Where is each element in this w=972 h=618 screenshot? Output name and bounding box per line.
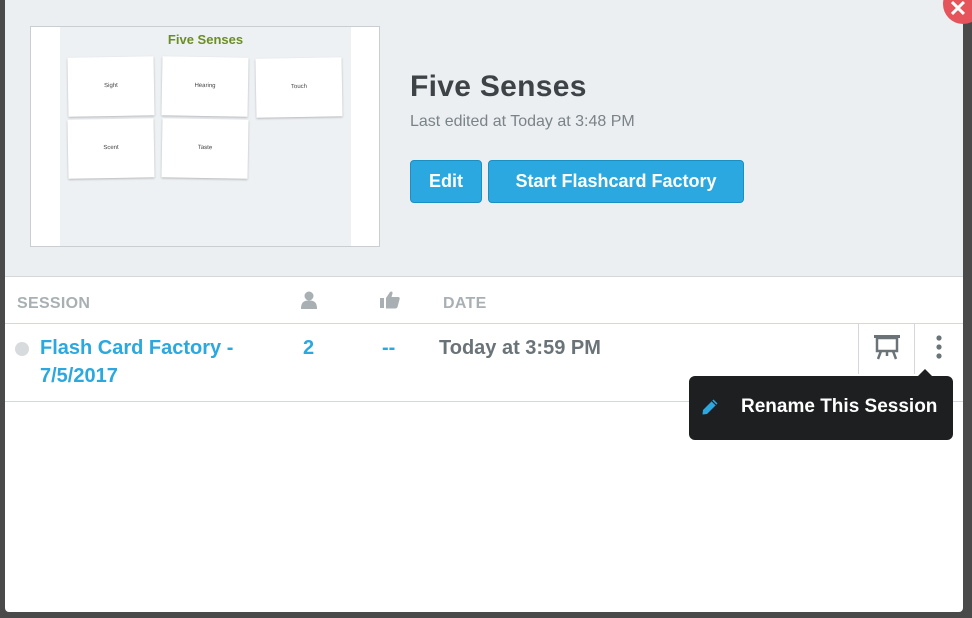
modal-header: Five Senses Sight Hearing Touch Scent Ta…	[5, 0, 963, 277]
tooltip-arrow	[917, 369, 933, 377]
participants-count: 2	[303, 337, 315, 359]
board-thumbnail[interactable]: Five Senses Sight Hearing Touch Scent Ta…	[30, 26, 380, 247]
session-date: Today at 3:59 PM	[439, 337, 601, 359]
likes-count: --	[382, 337, 396, 359]
sessions-table-header: SESSION DATE	[5, 277, 963, 324]
presentation-icon	[873, 334, 901, 365]
thumbnail-card: Taste	[161, 118, 249, 179]
edit-button[interactable]: Edit	[410, 160, 482, 203]
session-modal: Five Senses Sight Hearing Touch Scent Ta…	[5, 0, 963, 612]
session-name-link[interactable]: Flash Card Factory - 7/5/2017	[40, 334, 250, 390]
status-dot	[15, 342, 29, 356]
thumbnail-card: Hearing	[161, 56, 249, 117]
thumbnail-card: Sight	[67, 56, 155, 117]
rename-session-menu[interactable]: Rename This Session	[689, 369, 953, 440]
board-title: Five Senses	[410, 70, 587, 103]
person-icon	[301, 291, 317, 314]
kebab-menu-icon	[935, 334, 942, 364]
start-flashcard-factory-button[interactable]: Start Flashcard Factory	[488, 160, 744, 203]
last-edited-text: Last edited at Today at 3:48 PM	[410, 113, 635, 130]
present-button[interactable]	[858, 324, 915, 374]
thumbnail-card: Scent	[67, 118, 155, 179]
thumbnail-title: Five Senses	[167, 32, 244, 47]
pencil-icon	[701, 398, 719, 421]
date-column-header: DATE	[443, 295, 487, 312]
session-column-header: SESSION	[17, 295, 91, 312]
thumbnail-board: Five Senses Sight Hearing Touch Scent Ta…	[60, 27, 351, 246]
close-icon: ✕	[948, 0, 968, 21]
thumbs-up-icon	[380, 291, 400, 314]
more-options-button[interactable]	[914, 324, 963, 374]
thumbnail-card: Touch	[255, 57, 343, 118]
rename-session-label[interactable]: Rename This Session	[741, 396, 937, 418]
